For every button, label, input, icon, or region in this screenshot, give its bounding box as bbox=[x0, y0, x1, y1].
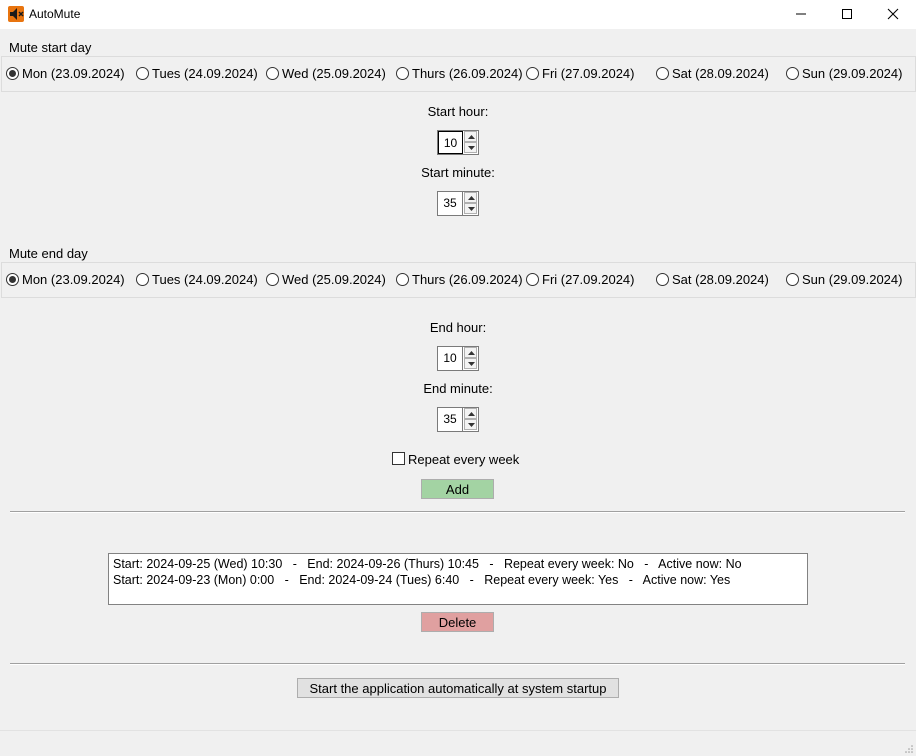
start-hour-label: Start hour: bbox=[427, 104, 489, 119]
start-minute-up-button[interactable] bbox=[464, 192, 477, 203]
start-minute-label: Start minute: bbox=[421, 165, 495, 180]
radio-indicator bbox=[266, 273, 279, 286]
repeat-checkbox[interactable] bbox=[392, 452, 405, 465]
radio-indicator bbox=[526, 273, 539, 286]
end-hour-label: End hour: bbox=[429, 320, 487, 335]
end-minute-up-button[interactable] bbox=[464, 408, 477, 419]
start-hour-down-button[interactable] bbox=[464, 142, 477, 153]
start-hour-up-button[interactable] bbox=[464, 131, 477, 142]
delete-button[interactable]: Delete bbox=[421, 612, 494, 632]
close-icon bbox=[887, 8, 899, 20]
window-title: AutoMute bbox=[29, 7, 81, 21]
end-hour-value[interactable]: 10 bbox=[438, 347, 463, 370]
separator bbox=[10, 663, 905, 665]
title-bar: AutoMute bbox=[0, 0, 916, 29]
arrow-down-icon bbox=[468, 362, 475, 366]
end-day-group-label: Mute end day bbox=[9, 246, 88, 261]
arrow-down-icon bbox=[468, 146, 475, 150]
speaker-mute-icon bbox=[8, 6, 24, 22]
maximize-icon bbox=[842, 9, 852, 19]
autostart-button[interactable]: Start the application automatically at s… bbox=[297, 678, 619, 698]
end-minute-down-button[interactable] bbox=[464, 419, 477, 430]
resize-grip-icon[interactable] bbox=[904, 744, 914, 754]
end-minute-label: End minute: bbox=[423, 381, 493, 396]
radio-indicator bbox=[786, 273, 799, 286]
list-item[interactable]: Start: 2024-09-23 (Mon) 0:00 - End: 2024… bbox=[113, 573, 730, 587]
end-hour-down-button[interactable] bbox=[464, 358, 477, 369]
arrow-up-icon bbox=[468, 412, 475, 416]
radio-indicator bbox=[136, 273, 149, 286]
end-minute-spinner[interactable]: 35 bbox=[437, 407, 479, 432]
end-minute-value[interactable]: 35 bbox=[438, 408, 463, 431]
radio-indicator bbox=[396, 67, 409, 80]
radio-indicator bbox=[656, 273, 669, 286]
radio-indicator bbox=[266, 67, 279, 80]
start-hour-value[interactable]: 10 bbox=[438, 131, 463, 154]
radio-indicator bbox=[526, 67, 539, 80]
arrow-down-icon bbox=[468, 423, 475, 427]
repeat-checkbox-label[interactable]: Repeat every week bbox=[408, 452, 519, 467]
start-day-group-label: Mute start day bbox=[9, 40, 92, 55]
minimize-icon bbox=[796, 13, 806, 15]
start-hour-spinner[interactable]: 10 bbox=[437, 130, 479, 155]
minimize-button[interactable] bbox=[778, 0, 824, 29]
radio-indicator bbox=[656, 67, 669, 80]
radio-indicator bbox=[6, 273, 19, 286]
status-bar bbox=[0, 730, 916, 756]
end-hour-up-button[interactable] bbox=[464, 347, 477, 358]
add-button[interactable]: Add bbox=[421, 479, 494, 499]
arrow-up-icon bbox=[468, 351, 475, 355]
start-minute-spinner[interactable]: 35 bbox=[437, 191, 479, 216]
radio-indicator bbox=[396, 273, 409, 286]
radio-indicator bbox=[136, 67, 149, 80]
arrow-up-icon bbox=[468, 135, 475, 139]
maximize-button[interactable] bbox=[824, 0, 870, 29]
end-hour-spinner[interactable]: 10 bbox=[437, 346, 479, 371]
arrow-down-icon bbox=[468, 207, 475, 211]
schedule-list[interactable]: Start: 2024-09-25 (Wed) 10:30 - End: 202… bbox=[108, 553, 808, 605]
arrow-up-icon bbox=[468, 196, 475, 200]
radio-indicator bbox=[6, 67, 19, 80]
list-item[interactable]: Start: 2024-09-25 (Wed) 10:30 - End: 202… bbox=[113, 557, 742, 571]
start-minute-down-button[interactable] bbox=[464, 203, 477, 214]
separator bbox=[10, 511, 905, 513]
close-button[interactable] bbox=[870, 0, 916, 29]
start-minute-value[interactable]: 35 bbox=[438, 192, 463, 215]
radio-indicator bbox=[786, 67, 799, 80]
